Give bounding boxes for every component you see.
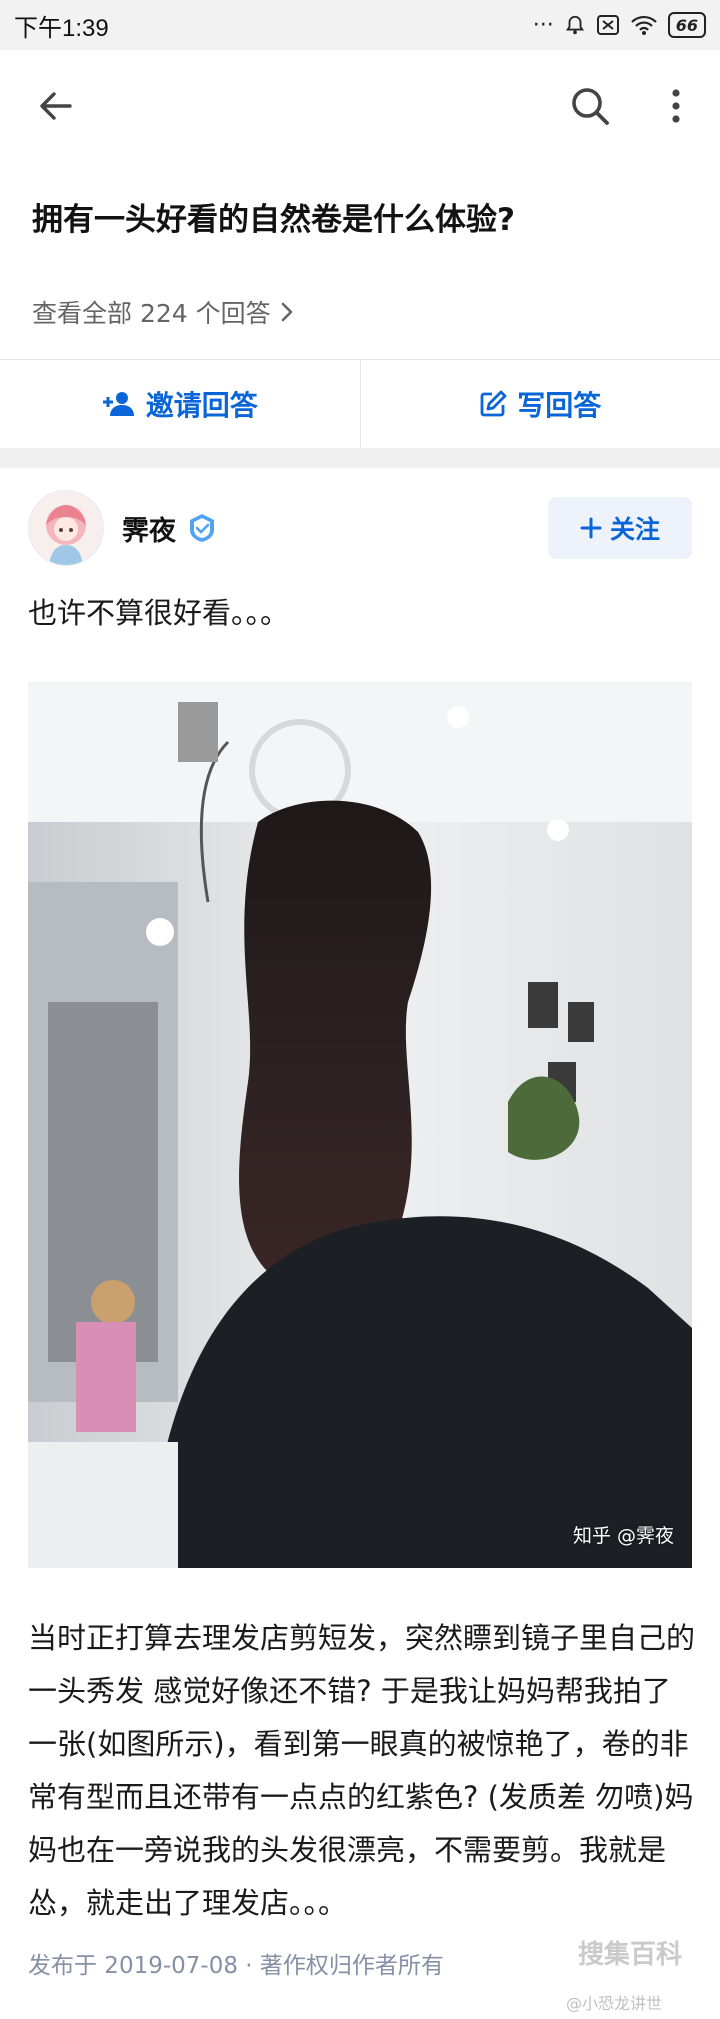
answer-photo[interactable]: 知乎 @霁夜	[28, 682, 692, 1568]
top-toolbar	[0, 50, 720, 160]
verified-badge-icon	[190, 514, 214, 542]
back-arrow-icon[interactable]	[36, 86, 76, 126]
corner-watermark: 搜集百科	[578, 1940, 683, 1970]
publish-info: 发布于 2019-07-08 · 著作权归作者所有	[28, 1953, 444, 1979]
corner-weibo-watermark: @小恐龙讲世	[566, 1994, 663, 2013]
follow-label: 关注	[609, 515, 660, 544]
photo-watermark: 知乎 @霁夜	[572, 1525, 674, 1547]
follow-button[interactable]: 关注	[548, 497, 692, 559]
chevron-right-icon	[281, 302, 292, 322]
more-dots-indicator: ···	[532, 12, 554, 38]
edit-icon	[480, 390, 507, 417]
status-bar: 下午1:39 ··· 66	[0, 0, 720, 50]
battery-icon: 66	[667, 12, 706, 38]
write-answer-button[interactable]: 写回答	[361, 360, 720, 448]
write-answer-label: 写回答	[517, 389, 602, 422]
alarm-icon	[565, 15, 584, 35]
more-vertical-icon[interactable]	[660, 84, 692, 128]
section-gap	[0, 448, 720, 468]
question-title[interactable]: 拥有一头好看的自然卷是什么体验?	[32, 192, 692, 248]
author-name[interactable]: 霁夜	[122, 509, 176, 548]
answer-body-text: 当时正打算去理发店剪短发，突然瞟到镜子里自己的一头秀发 感觉好像还不错? 于是我…	[28, 1621, 696, 1920]
view-all-label: 查看全部 224 个回答	[32, 299, 271, 328]
view-all-answers-link[interactable]: 查看全部 224 个回答	[32, 294, 295, 330]
invite-answer-label: 邀请回答	[145, 389, 258, 422]
status-icons: ··· 66	[533, 12, 706, 38]
invite-answer-button[interactable]: 邀请回答	[0, 360, 360, 448]
answer-action-row: 邀请回答 写回答	[0, 360, 720, 448]
wifi-icon	[630, 15, 657, 35]
search-icon[interactable]	[568, 84, 612, 128]
sim-off-icon	[596, 15, 619, 35]
answer-photo-illustration	[28, 682, 692, 1568]
avatar-illustration	[29, 491, 103, 565]
avatar[interactable]	[28, 490, 104, 566]
plus-icon	[580, 517, 602, 539]
status-time: 下午1:39	[14, 14, 109, 42]
add-person-icon	[102, 392, 134, 416]
author-row: 霁夜 关注	[28, 490, 692, 566]
answer-intro-text: 也许不算很好看。。。	[28, 596, 290, 630]
